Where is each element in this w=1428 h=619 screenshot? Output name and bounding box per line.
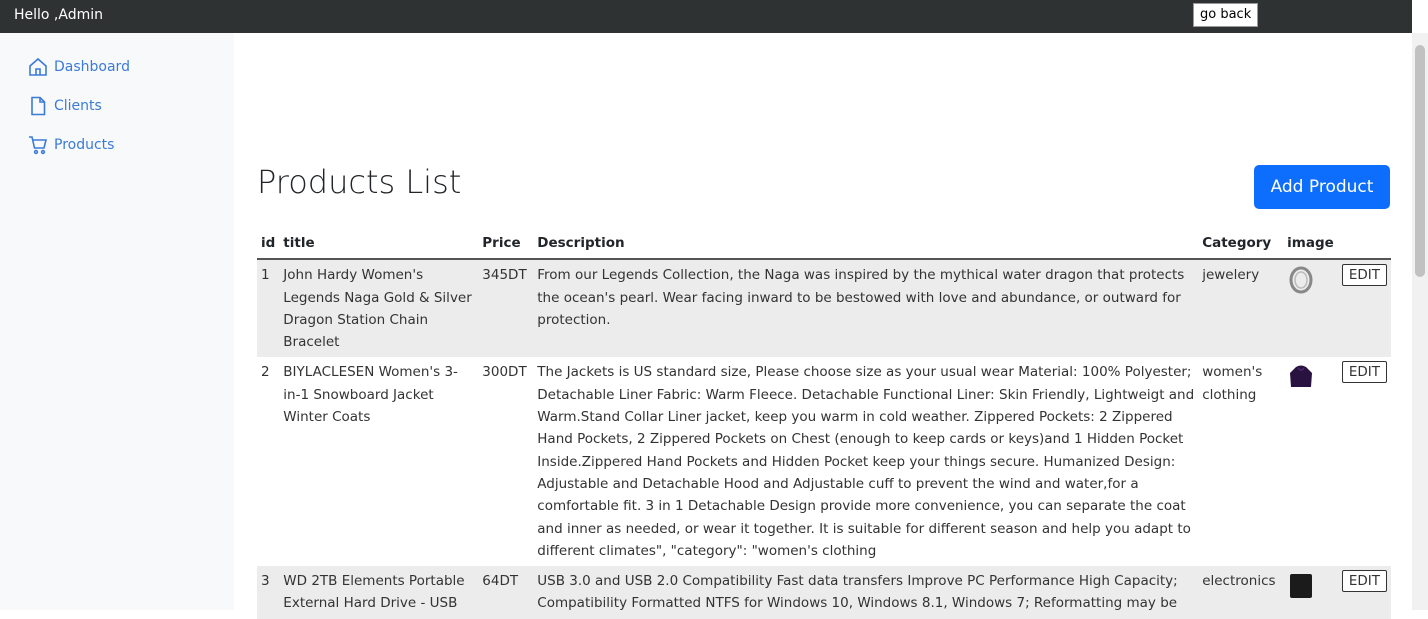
column-header-id: id (257, 228, 280, 261)
column-header-price: Price (478, 228, 534, 261)
cell-id: 3 (257, 566, 280, 619)
edit-button[interactable]: EDIT (1341, 264, 1387, 287)
cart-icon (29, 136, 48, 155)
column-header-description: Description (533, 228, 1199, 261)
greeting-text: Hello ,Admin (14, 7, 104, 23)
sidebar-item-dashboard[interactable]: Dashboard (28, 57, 130, 77)
table-row: 1 John Hardy Women's Legends Naga Gold &… (257, 259, 1391, 358)
sidebar-item-label: Products (54, 137, 115, 153)
products-table: id title Price Description Category imag… (257, 228, 1391, 619)
hard-drive-image (1290, 574, 1313, 599)
cell-title: BIYLACLESEN Women's 3-in-1 Snowboard Jac… (283, 364, 458, 426)
column-header-title: title (279, 228, 479, 261)
scrollbar-thumb[interactable] (1415, 45, 1425, 277)
column-header-category: Category (1198, 228, 1284, 261)
cell-description: USB 3.0 and USB 2.0 Compatibility Fast d… (533, 566, 1199, 619)
column-header-actions (1337, 228, 1391, 261)
cell-price: 300DT (482, 364, 527, 381)
cell-actions: EDIT (1338, 357, 1391, 566)
cell-title: WD 2TB Elements Portable External Hard D… (279, 566, 479, 619)
top-navbar: Hello ,Admin go back (0, 0, 1412, 33)
sidebar-item-products[interactable]: Products (28, 135, 114, 155)
page-title: Products List (257, 163, 462, 201)
cell-image (1283, 259, 1338, 358)
sidebar-item-label: Dashboard (54, 59, 130, 75)
cell-category: women's clothing (1202, 364, 1263, 403)
sidebar: Dashboard Clients Products (0, 33, 234, 610)
document-icon (31, 96, 46, 116)
column-header-image: image (1283, 228, 1338, 261)
bracelet-image (1289, 266, 1313, 294)
cell-id: 2 (261, 364, 270, 381)
edit-button[interactable]: EDIT (1341, 361, 1387, 384)
cell-description: From our Legends Collection, the Naga wa… (533, 259, 1199, 358)
jacket-image (1290, 365, 1313, 388)
table-row: 2 BIYLACLESEN Women's 3-in-1 Snowboard J… (257, 357, 1391, 566)
add-product-button[interactable]: Add Product (1254, 165, 1390, 209)
cell-image (1283, 357, 1338, 566)
cell-price: 64DT (478, 566, 534, 619)
cell-description: The Jackets is US standard size, Please … (537, 364, 1195, 559)
page-scrollbar[interactable] (1412, 33, 1428, 610)
edit-button[interactable]: EDIT (1341, 570, 1387, 593)
table-row: 3 WD 2TB Elements Portable External Hard… (257, 566, 1391, 619)
cell-title: John Hardy Women's Legends Naga Gold & S… (279, 259, 479, 358)
sidebar-item-clients[interactable]: Clients (28, 96, 102, 116)
cell-price: 345DT (478, 259, 534, 358)
cell-category: electronics (1198, 566, 1284, 619)
cell-actions: EDIT (1337, 566, 1391, 619)
cell-id: 1 (257, 259, 280, 358)
go-back-button[interactable]: go back (1193, 3, 1259, 27)
cell-category: jewelery (1198, 259, 1284, 358)
cell-actions: EDIT (1337, 259, 1391, 358)
home-icon (29, 57, 47, 76)
cell-image (1283, 566, 1338, 619)
sidebar-item-label: Clients (54, 98, 102, 114)
table-header-row: id title Price Description Category imag… (257, 228, 1391, 261)
